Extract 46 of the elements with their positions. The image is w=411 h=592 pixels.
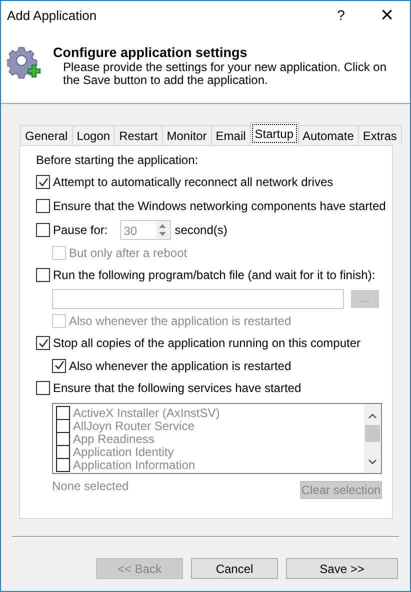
scrollbar[interactable] <box>364 404 381 473</box>
close-button[interactable]: × <box>364 1 410 29</box>
selection-status: None selected <box>52 479 129 493</box>
checkbox-label: Also whenever the application is restarted <box>69 358 292 372</box>
tab[interactable]: Startup <box>250 122 298 145</box>
checkbox[interactable] <box>56 432 70 446</box>
service-name: App Readiness <box>73 432 154 446</box>
tab[interactable]: Logon <box>72 125 116 145</box>
checkbox[interactable] <box>56 418 70 432</box>
checkbox-label: Stop all copies of the application running on this computer <box>53 336 361 350</box>
service-name: AllJoyn Router Service <box>73 418 194 432</box>
window-title: Add Application <box>7 8 98 22</box>
checkbox-label: But only after a reboot <box>69 246 188 260</box>
dialog-button[interactable]: Cancel <box>191 558 278 579</box>
program-path-field[interactable] <box>52 289 344 309</box>
gear-plus-icon <box>7 45 41 79</box>
checkbox-label: Pause for: <box>53 223 108 237</box>
checkbox-label: Also whenever the application is restarted <box>69 314 292 328</box>
tab[interactable]: Extras <box>358 125 402 145</box>
header-title: Configure application settings <box>53 45 248 60</box>
checkbox-label: Ensure that the following services have started <box>53 381 302 395</box>
checkbox[interactable] <box>56 458 70 472</box>
service-name: ActiveX Installer (AxInstSV) <box>73 406 220 420</box>
checkbox-label: Attempt to automatically reconnect all network drives <box>53 175 334 189</box>
checkbox[interactable] <box>56 406 70 420</box>
help-button[interactable]: ? <box>318 1 364 29</box>
header-description: Please provide the settings for your new application. Click on the Save button to add the application. <box>62 61 388 87</box>
unit-label: second(s) <box>174 223 228 237</box>
checkbox[interactable] <box>36 268 50 282</box>
checkbox[interactable] <box>56 444 70 458</box>
checkbox[interactable] <box>36 223 50 237</box>
tab[interactable]: General <box>20 125 73 145</box>
checkbox[interactable] <box>52 358 66 372</box>
scroll-thumb[interactable] <box>365 425 380 442</box>
checkbox[interactable] <box>36 381 50 395</box>
checkbox[interactable] <box>36 199 50 213</box>
service-name: Application Information <box>73 458 196 472</box>
section-heading: Before starting the application: <box>36 153 200 167</box>
checkbox[interactable] <box>36 336 50 350</box>
service-name: Application Identity <box>73 444 174 458</box>
dialog-button[interactable]: Save >> <box>286 558 398 579</box>
scroll-down-icon[interactable] <box>368 459 377 465</box>
checkbox[interactable] <box>36 175 50 189</box>
checkbox-label: Ensure that the Windows networking components have started <box>53 199 386 213</box>
scroll-up-icon[interactable] <box>368 413 377 419</box>
checkbox-label: Run the following program/batch file (and wait for it to finish): <box>53 268 376 282</box>
